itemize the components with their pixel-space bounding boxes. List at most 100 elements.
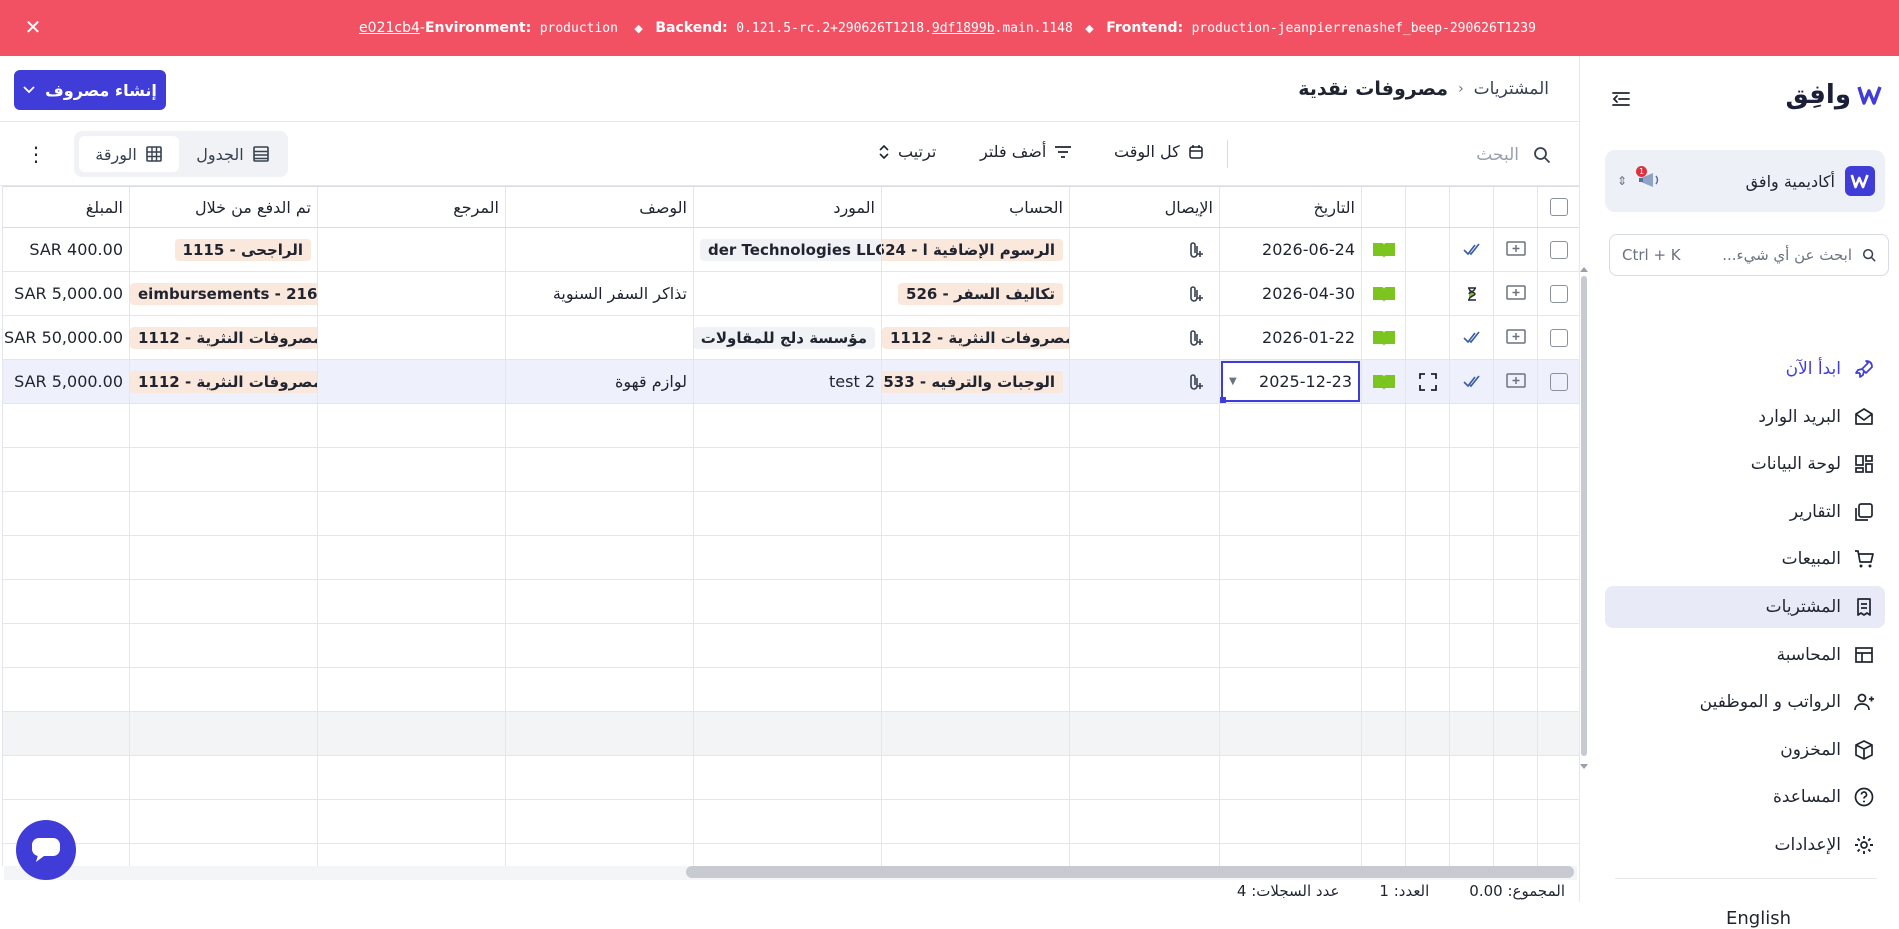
empty-cell[interactable]	[1537, 756, 1579, 799]
empty-cell[interactable]	[693, 492, 881, 535]
empty-cell[interactable]	[2, 536, 129, 579]
empty-cell[interactable]	[693, 712, 881, 755]
cell-ledger[interactable]	[1361, 316, 1405, 359]
col-date[interactable]: التاريخ	[1219, 187, 1361, 227]
more-options-icon[interactable]: ⋮	[26, 144, 46, 164]
empty-cell[interactable]	[1537, 536, 1579, 579]
empty-cell[interactable]	[1449, 580, 1493, 623]
empty-cell[interactable]	[1361, 756, 1405, 799]
empty-cell[interactable]	[1219, 492, 1361, 535]
col-reference[interactable]: المرجع	[317, 187, 505, 227]
empty-cell[interactable]	[1069, 404, 1219, 447]
row-checkbox[interactable]	[1549, 240, 1568, 259]
cell-reference[interactable]	[317, 360, 505, 403]
empty-cell[interactable]	[505, 492, 693, 535]
cell-receipt[interactable]	[1069, 360, 1219, 403]
cell-comment[interactable]	[1493, 316, 1537, 359]
attach-receipt-icon[interactable]	[1185, 328, 1205, 348]
empty-cell[interactable]	[1219, 448, 1361, 491]
empty-cell[interactable]	[1361, 712, 1405, 755]
empty-cell[interactable]	[317, 624, 505, 667]
empty-cell[interactable]	[1361, 448, 1405, 491]
empty-cell[interactable]	[1219, 404, 1361, 447]
empty-cell[interactable]	[505, 668, 693, 711]
empty-row[interactable]	[2, 404, 1579, 448]
empty-cell[interactable]	[505, 580, 693, 623]
add-comment-icon[interactable]	[1505, 240, 1526, 259]
empty-row[interactable]	[2, 536, 1579, 580]
journal-book-icon[interactable]	[1372, 285, 1396, 303]
empty-cell[interactable]	[1449, 756, 1493, 799]
col-receipt[interactable]: الإيصال	[1069, 187, 1219, 227]
empty-cell[interactable]	[317, 404, 505, 447]
cell-expand[interactable]	[1405, 360, 1449, 403]
breadcrumb-purchases[interactable]: المشتريات	[1474, 79, 1549, 99]
add-filter-button[interactable]: أضف فلتر	[980, 142, 1072, 161]
empty-cell[interactable]	[1449, 624, 1493, 667]
cell-ledger[interactable]	[1361, 228, 1405, 271]
empty-cell[interactable]	[1449, 844, 1493, 866]
empty-cell[interactable]	[129, 668, 317, 711]
empty-cell[interactable]	[1493, 712, 1537, 755]
empty-cell[interactable]	[1493, 756, 1537, 799]
empty-cell[interactable]	[129, 712, 317, 755]
row-checkbox[interactable]	[1549, 284, 1568, 303]
cell-description[interactable]: لوازم قهوة	[505, 360, 693, 403]
row-checkbox[interactable]	[1549, 372, 1568, 391]
empty-cell[interactable]	[1219, 624, 1361, 667]
cell-amount[interactable]: SAR 50,000.00	[2, 316, 129, 359]
cell-comment[interactable]	[1493, 228, 1537, 271]
col-description[interactable]: الوصف	[505, 187, 693, 227]
row-checkbox[interactable]	[1549, 328, 1568, 347]
backend-hash-link[interactable]: 9df1899b	[932, 21, 995, 36]
empty-cell[interactable]	[2, 448, 129, 491]
cell-account[interactable]: 1112 - المصروفات النثرية	[881, 316, 1069, 359]
empty-cell[interactable]	[2, 492, 129, 535]
empty-cell[interactable]	[881, 536, 1069, 579]
empty-cell[interactable]	[2, 404, 129, 447]
sidebar-item-get-started[interactable]: ابدأ الآن	[1605, 348, 1885, 390]
cell-reference[interactable]	[317, 316, 505, 359]
empty-cell[interactable]	[1405, 448, 1449, 491]
table-row[interactable]: SAR 400.00 1115 - الراجحى der Technologi…	[2, 228, 1579, 272]
empty-cell[interactable]	[881, 800, 1069, 843]
empty-cell[interactable]	[881, 668, 1069, 711]
attach-receipt-icon[interactable]	[1185, 284, 1205, 304]
cell-description[interactable]	[505, 228, 693, 271]
announcement-icon[interactable]: 1	[1636, 166, 1661, 192]
empty-row[interactable]	[2, 844, 1579, 866]
attach-receipt-icon[interactable]	[1185, 240, 1205, 260]
empty-cell[interactable]	[1493, 668, 1537, 711]
empty-cell[interactable]	[1219, 756, 1361, 799]
add-comment-icon[interactable]	[1505, 328, 1526, 347]
cell-ledger[interactable]	[1361, 360, 1405, 403]
empty-cell[interactable]	[1449, 492, 1493, 535]
cell-ledger[interactable]	[1361, 272, 1405, 315]
empty-row[interactable]	[2, 448, 1579, 492]
empty-cell[interactable]	[1449, 404, 1493, 447]
empty-cell[interactable]	[1449, 448, 1493, 491]
sidebar-item-help[interactable]: المساعدة	[1605, 776, 1885, 818]
sidebar-item-purchases[interactable]: المشتريات	[1605, 585, 1885, 628]
empty-cell[interactable]	[1449, 668, 1493, 711]
empty-cell[interactable]	[505, 536, 693, 579]
empty-cell[interactable]	[1405, 844, 1449, 866]
empty-cell[interactable]	[1405, 536, 1449, 579]
empty-cell[interactable]	[1537, 800, 1579, 843]
empty-cell[interactable]	[1069, 756, 1219, 799]
journal-book-icon[interactable]	[1372, 329, 1396, 347]
empty-cell[interactable]	[505, 448, 693, 491]
empty-cell[interactable]	[1537, 624, 1579, 667]
empty-cell[interactable]	[693, 448, 881, 491]
sidebar-item-inventory[interactable]: المخزون	[1605, 729, 1885, 771]
empty-cell[interactable]	[1405, 756, 1449, 799]
empty-row[interactable]	[2, 624, 1579, 668]
empty-cell[interactable]	[1069, 800, 1219, 843]
cell-date[interactable]: 2026-04-30	[1219, 272, 1361, 315]
attach-receipt-icon[interactable]	[1185, 372, 1205, 392]
empty-cell[interactable]	[1537, 448, 1579, 491]
empty-cell[interactable]	[693, 580, 881, 623]
empty-cell[interactable]	[1361, 492, 1405, 535]
empty-cell[interactable]	[1537, 580, 1579, 623]
col-amount[interactable]: المبلغ	[2, 187, 129, 227]
